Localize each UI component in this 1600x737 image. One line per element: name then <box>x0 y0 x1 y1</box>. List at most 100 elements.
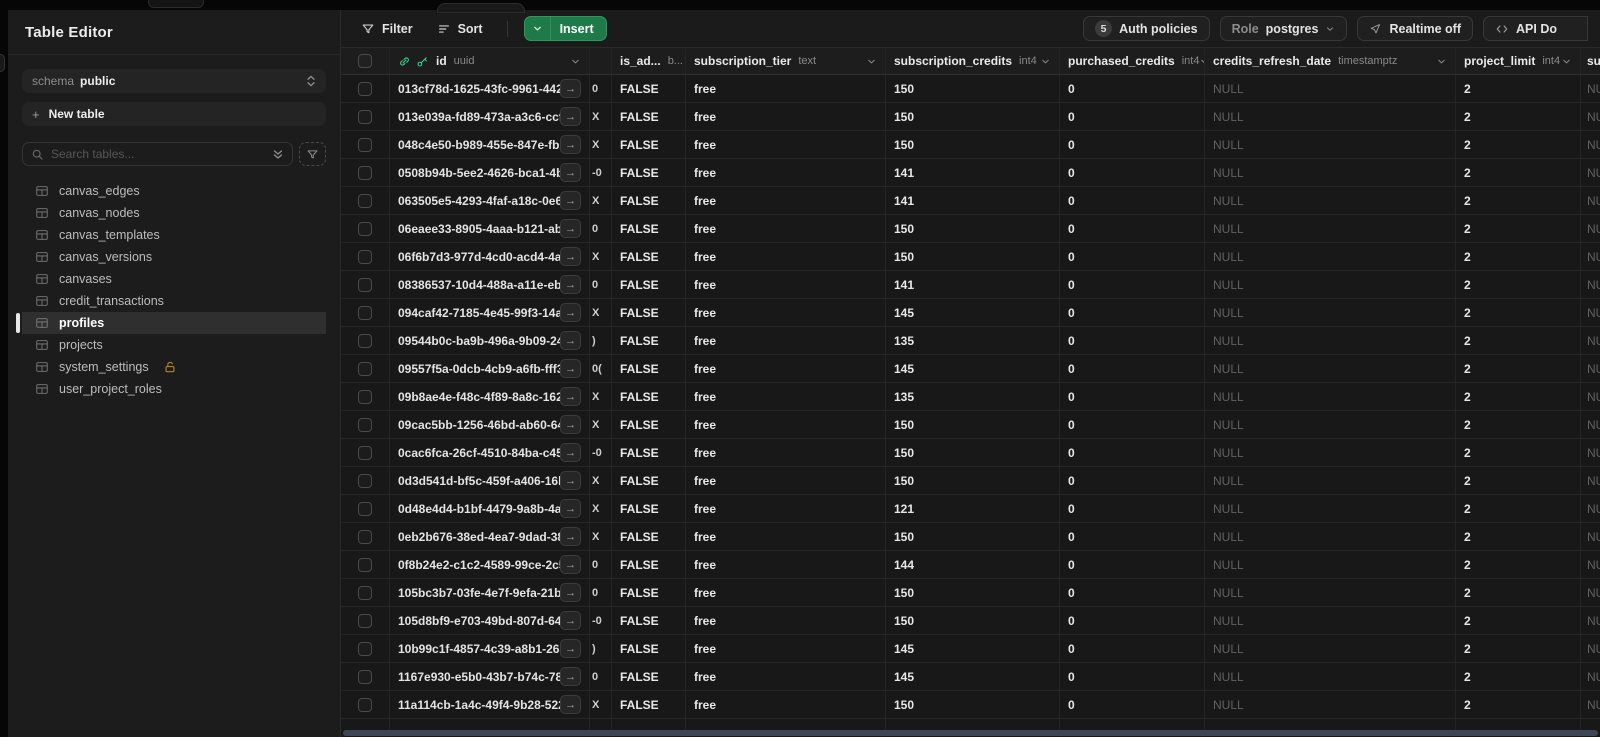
cell-clipped: -0 <box>590 159 612 186</box>
sidebar-item-system_settings[interactable]: system_settings <box>22 356 326 378</box>
row-checkbox[interactable] <box>358 501 372 516</box>
sidebar-item-user_project_roles[interactable]: user_project_roles <box>22 378 326 400</box>
column-header-subscription_tier[interactable]: subscription_tier text <box>686 48 886 74</box>
row-checkbox[interactable] <box>358 277 372 292</box>
sidebar-item-canvas_edges[interactable]: canvas_edges <box>22 180 326 202</box>
expand-row-button[interactable]: → <box>560 639 581 658</box>
table-filter-button[interactable] <box>299 142 326 166</box>
expand-row-button[interactable]: → <box>560 191 581 210</box>
chevron-down-icon[interactable] <box>866 56 877 67</box>
expand-row-button[interactable]: → <box>560 79 581 98</box>
column-header-purchased_credits[interactable]: purchased_credits int4 <box>1060 48 1205 74</box>
row-checkbox[interactable] <box>358 529 372 544</box>
expand-row-button[interactable]: → <box>560 471 581 490</box>
column-header-credits_refresh_date[interactable]: credits_refresh_date timestamptz <box>1205 48 1456 74</box>
sidebar-item-canvas_nodes[interactable]: canvas_nodes <box>22 202 326 224</box>
auth-policies-button[interactable]: 5 Auth policies <box>1083 16 1210 41</box>
new-table-button[interactable]: + New table <box>22 102 326 126</box>
table-row: 013e039a-fd89-473a-a3c6-ccfa9...→XFALSEf… <box>341 103 1600 131</box>
expand-row-button[interactable]: → <box>560 555 581 574</box>
sort-button[interactable]: Sort <box>429 16 491 42</box>
expand-row-button[interactable]: → <box>560 499 581 518</box>
expand-row-button[interactable]: → <box>560 331 581 350</box>
sidebar-item-canvases[interactable]: canvases <box>22 268 326 290</box>
column-header-project_limit[interactable]: project_limit int4 <box>1456 48 1581 74</box>
sidebar-item-projects[interactable]: projects <box>22 334 326 356</box>
sidebar-item-canvas_templates[interactable]: canvas_templates <box>22 224 326 246</box>
realtime-toggle-button[interactable]: Realtime off <box>1357 16 1474 41</box>
expand-row-button[interactable]: → <box>560 163 581 182</box>
row-checkbox[interactable] <box>358 473 372 488</box>
row-checkbox[interactable] <box>358 109 372 124</box>
expand-row-button[interactable]: → <box>560 667 581 686</box>
row-checkbox[interactable] <box>358 641 372 656</box>
row-checkbox[interactable] <box>358 445 372 460</box>
table-icon <box>35 294 49 308</box>
row-checkbox[interactable] <box>358 221 372 236</box>
row-checkbox[interactable] <box>358 557 372 572</box>
expand-row-button[interactable]: → <box>560 219 581 238</box>
chevron-down-icon[interactable] <box>1561 56 1572 67</box>
select-all-checkbox[interactable] <box>358 54 372 68</box>
api-docs-button[interactable]: API Do <box>1483 16 1588 41</box>
expand-row-button[interactable]: → <box>560 527 581 546</box>
horizontal-scrollbar[interactable] <box>343 730 1598 736</box>
role-select[interactable]: Role postgres <box>1219 16 1348 41</box>
primary-key-icon <box>416 55 429 68</box>
row-checkbox[interactable] <box>358 165 372 180</box>
cell-credits-refresh-date: NULL <box>1205 495 1456 522</box>
cell-project-limit: 2 <box>1456 355 1581 382</box>
cell-id-value: 09557f5a-0dcb-4cb9-a6fb-fff366... <box>398 361 560 376</box>
expand-row-button[interactable]: → <box>560 135 581 154</box>
expand-row-button[interactable]: → <box>560 359 581 378</box>
expand-row-button[interactable]: → <box>560 387 581 406</box>
column-name: project_limit <box>1464 54 1536 68</box>
expand-row-button[interactable]: → <box>560 247 581 266</box>
chevron-down-icon[interactable] <box>1040 56 1051 67</box>
schema-label: schema <box>32 74 75 88</box>
column-header-su[interactable]: su <box>1581 48 1600 74</box>
cell-is-admin: FALSE <box>612 215 686 242</box>
column-header-subscription_credits[interactable]: subscription_credits int4 <box>886 48 1060 74</box>
expand-row-button[interactable]: → <box>560 611 581 630</box>
row-checkbox[interactable] <box>358 249 372 264</box>
table-row: 1167e930-e5b0-43b7-b74c-788c9...→0FALSEf… <box>341 663 1600 691</box>
expand-row-button[interactable]: → <box>560 275 581 294</box>
expand-row-button[interactable]: → <box>560 415 581 434</box>
cell-project-limit: 2 <box>1456 131 1581 158</box>
chevron-down-icon[interactable] <box>1436 56 1447 67</box>
row-checkbox[interactable] <box>358 193 372 208</box>
expand-row-button[interactable]: → <box>560 443 581 462</box>
expand-row-button[interactable]: → <box>560 107 581 126</box>
sidebar-item-credit_transactions[interactable]: credit_transactions <box>22 290 326 312</box>
cell-project-limit-value: 2 <box>1464 249 1471 264</box>
row-checkbox[interactable] <box>358 333 372 348</box>
row-checkbox[interactable] <box>358 669 372 684</box>
filter-button[interactable]: Filter <box>353 16 421 42</box>
row-checkbox[interactable] <box>358 137 372 152</box>
row-checkbox[interactable] <box>358 417 372 432</box>
insert-button[interactable]: Insert <box>523 16 607 41</box>
expand-row-button[interactable]: → <box>560 303 581 322</box>
expand-row-button[interactable]: → <box>560 695 581 714</box>
row-checkbox[interactable] <box>358 585 372 600</box>
sidebar-item-canvas_versions[interactable]: canvas_versions <box>22 246 326 268</box>
row-checkbox[interactable] <box>358 613 372 628</box>
expand-row-button[interactable]: → <box>560 583 581 602</box>
row-checkbox[interactable] <box>358 389 372 404</box>
search-tables-input[interactable] <box>51 147 272 161</box>
sidebar-item-label: canvas_edges <box>59 184 140 198</box>
row-checkbox[interactable] <box>358 361 372 376</box>
chevron-down-icon[interactable] <box>570 56 581 67</box>
row-checkbox[interactable] <box>358 305 372 320</box>
column-header-id[interactable]: id uuid <box>390 48 590 74</box>
chevron-down-icon[interactable] <box>525 17 551 40</box>
row-checkbox[interactable] <box>358 81 372 96</box>
table-row: 0cac6fca-26cf-4510-84ba-c4580...→-0FALSE… <box>341 439 1600 467</box>
row-checkbox[interactable] <box>358 697 372 712</box>
double-chevron-down-icon[interactable] <box>272 148 284 161</box>
sidebar-item-profiles[interactable]: profiles <box>16 312 326 334</box>
schema-select[interactable]: schema public <box>22 69 326 93</box>
cell-clipped-right: NU <box>1581 635 1600 662</box>
column-header-is_ad[interactable]: is_ad... b... <box>612 48 686 74</box>
